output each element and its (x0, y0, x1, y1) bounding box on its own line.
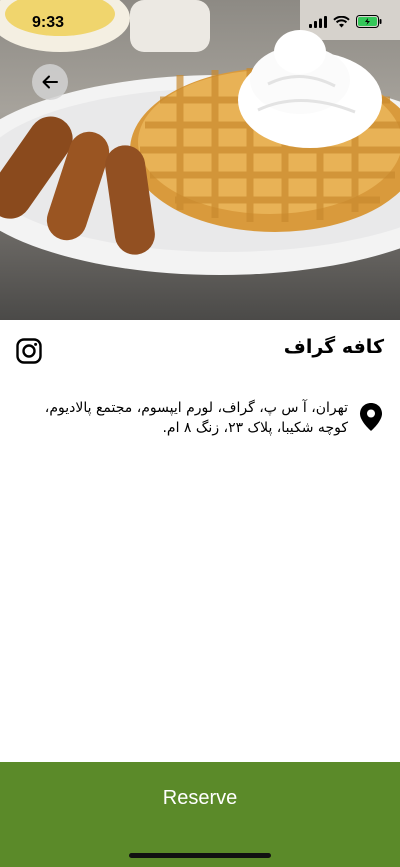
location-pin-icon (360, 403, 382, 431)
arrow-left-icon (42, 75, 58, 89)
instagram-icon[interactable] (16, 338, 42, 364)
back-button[interactable] (32, 64, 68, 100)
cafe-info: کافه گراف تهران، آ س پ، گراف، لورم ایپسو… (0, 320, 400, 760)
hero-image (0, 0, 400, 320)
cafe-address: تهران، آ س پ، گراف، لورم ایپسوم، مجتمع پ… (44, 400, 348, 436)
signal-icon (309, 15, 327, 28)
status-icons (309, 15, 382, 28)
wifi-icon (333, 15, 350, 27)
status-time: 9:33 (32, 14, 65, 31)
status-bar: 9:33 (0, 0, 400, 46)
footer-bar: Reserve (0, 762, 400, 867)
home-indicator (129, 853, 271, 858)
battery-icon (356, 15, 382, 28)
cafe-name: کافه گراف (283, 336, 384, 358)
reserve-button[interactable]: Reserve (0, 762, 400, 834)
address-row: تهران، آ س پ، گراف، لورم ایپسوم، مجتمع پ… (16, 398, 384, 438)
waffle-photo (0, 0, 400, 275)
